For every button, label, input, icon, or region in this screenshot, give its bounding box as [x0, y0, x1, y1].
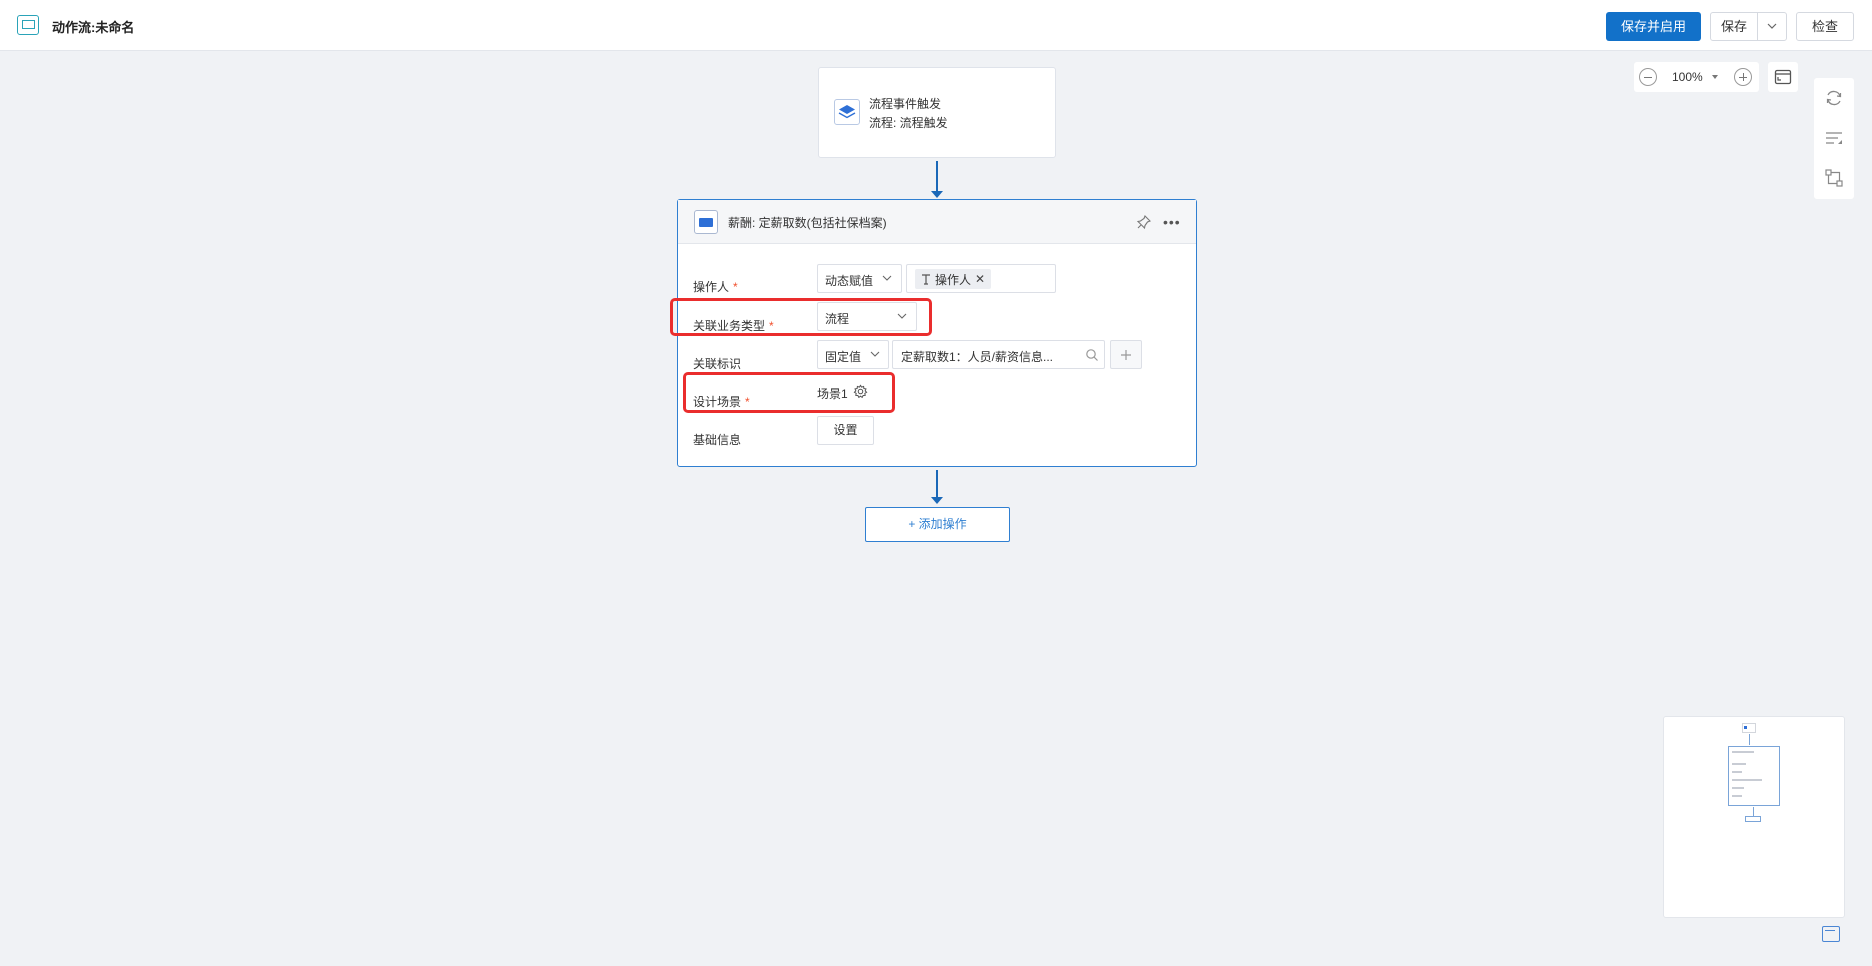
- action-title: 薪酬: 定薪取数(包括社保档案): [728, 216, 887, 230]
- close-icon[interactable]: ✕: [975, 272, 985, 286]
- minimap-action: [1728, 746, 1780, 806]
- pin-icon[interactable]: [1136, 214, 1152, 230]
- more-icon[interactable]: •••: [1163, 214, 1181, 230]
- arrow-down-icon: [931, 191, 943, 198]
- zoom-level[interactable]: 100%: [1672, 70, 1703, 84]
- link-id-mode-value: 固定值: [825, 350, 862, 364]
- trigger-node[interactable]: 流程事件触发 流程: 流程触发: [818, 67, 1056, 158]
- plus-icon: [1121, 350, 1131, 360]
- align-button[interactable]: [1814, 118, 1854, 158]
- basic-info-label: 基础信息: [693, 433, 742, 447]
- action-node-header: 薪酬: 定薪取数(包括社保档案) •••: [678, 200, 1196, 244]
- fit-screen-button[interactable]: [1768, 62, 1798, 92]
- connector-line: [936, 161, 938, 192]
- minimap-toggle-icon[interactable]: [1822, 926, 1840, 942]
- highlight-biz-type: [670, 298, 932, 336]
- right-toolbar: [1814, 78, 1854, 199]
- highlight-scene: [683, 372, 895, 413]
- minimap-trigger: [1742, 723, 1756, 733]
- link-id-value-field[interactable]: 定薪取数1：人员/薪资信息...: [892, 340, 1105, 369]
- chevron-down-icon: [870, 351, 880, 357]
- minimap-add: [1745, 816, 1761, 822]
- save-and-enable-button[interactable]: 保存并启用: [1606, 12, 1701, 41]
- check-button[interactable]: 检查: [1796, 12, 1854, 41]
- link-id-mode-select[interactable]: 固定值: [817, 340, 889, 369]
- screen-icon: [17, 15, 39, 35]
- salary-icon: [694, 210, 718, 234]
- caret-down-icon[interactable]: [1712, 75, 1718, 79]
- add-operation-button[interactable]: + 添加操作: [865, 507, 1010, 542]
- save-dropdown-button[interactable]: [1757, 12, 1787, 41]
- zoom-control: 100%: [1634, 62, 1759, 92]
- refresh-icon: [1826, 90, 1842, 106]
- trigger-type: 流程事件触发: [869, 97, 942, 111]
- settings-button[interactable]: 设置: [817, 416, 874, 445]
- connector-line: [936, 470, 938, 498]
- chevron-down-icon: [882, 275, 892, 281]
- app-header: 动作流:未命名 保存并启用 保存 检查: [0, 0, 1872, 51]
- connector-icon: [1825, 169, 1843, 187]
- operator-label: 操作人 *: [693, 280, 738, 294]
- fit-screen-icon: [1774, 69, 1792, 85]
- connector-button[interactable]: [1814, 158, 1854, 198]
- link-id-label: 关联标识: [693, 357, 742, 371]
- arrow-down-icon: [931, 497, 943, 504]
- refresh-button[interactable]: [1814, 78, 1854, 118]
- minimap[interactable]: [1663, 716, 1845, 918]
- align-icon: [1826, 132, 1842, 144]
- page-title: 动作流:未命名: [52, 20, 135, 35]
- minimap-connector: [1753, 807, 1754, 816]
- link-id-add-button[interactable]: [1110, 340, 1142, 369]
- text-variable-icon: [922, 273, 930, 285]
- operator-value-field[interactable]: 操作人 ✕: [906, 264, 1056, 293]
- operator-tag-label: 操作人: [935, 272, 972, 287]
- trigger-source: 流程: 流程触发: [869, 116, 948, 130]
- minimap-connector: [1749, 734, 1750, 745]
- link-id-value: 定薪取数1：人员/薪资信息...: [901, 350, 1054, 364]
- search-icon[interactable]: [1085, 348, 1099, 362]
- layers-icon: [834, 99, 860, 125]
- operator-mode-value: 动态赋值: [825, 274, 874, 288]
- zoom-out-icon[interactable]: [1639, 68, 1657, 86]
- zoom-in-icon[interactable]: [1734, 68, 1752, 86]
- operator-mode-select[interactable]: 动态赋值: [817, 264, 902, 293]
- save-button[interactable]: 保存: [1710, 12, 1758, 41]
- operator-tag[interactable]: 操作人 ✕: [915, 269, 992, 289]
- chevron-down-icon: [1767, 23, 1777, 29]
